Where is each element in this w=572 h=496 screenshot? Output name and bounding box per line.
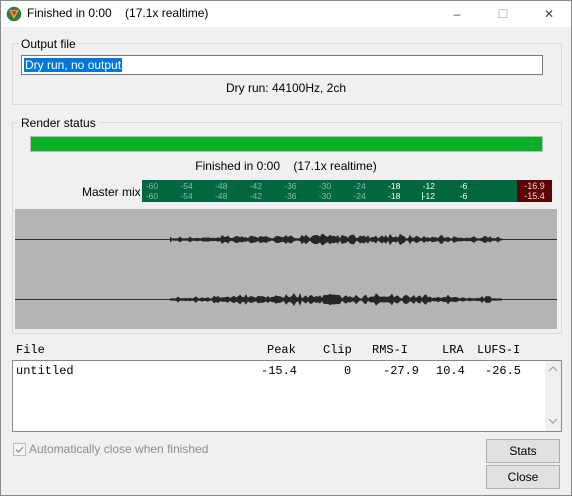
- checkmark-icon: [15, 446, 24, 454]
- row-lufs-i: -26.5: [485, 364, 522, 378]
- column-header-lufs-i: LUFS-I: [477, 343, 521, 357]
- column-header-file: File: [16, 343, 45, 357]
- column-header-peak: Peak: [267, 343, 296, 357]
- meter-tick-top-3: -42: [249, 181, 262, 191]
- dry-run-info: Dry run: 44100Hz, 2ch: [225, 81, 347, 95]
- meter-level-indicator: [422, 192, 423, 200]
- meter-tick-top-2: -48: [215, 181, 228, 191]
- window-title: Finished in 0:00 (17.1x realtime): [27, 6, 209, 20]
- waveform-right-channel: [170, 293, 502, 306]
- peak-right-value: -15.4: [524, 191, 545, 201]
- minimize-button[interactable]: –: [434, 0, 480, 27]
- meter-tick-top-8: -12: [422, 181, 435, 191]
- meter-tick-top-5: -30: [318, 181, 332, 191]
- meter-tick-top-1: -54: [180, 181, 193, 191]
- waveform-svg: [15, 233, 557, 306]
- meter-tick-top-6: -24: [353, 181, 366, 191]
- auto-close-label: Automatically close when finished: [29, 442, 209, 456]
- meter-tick-bottom-4: -36: [284, 191, 297, 201]
- render-status-group-label: Render status: [19, 116, 98, 130]
- close-button[interactable]: Close: [486, 465, 560, 489]
- output-file-group-label: Output file: [19, 37, 78, 51]
- meter-tick-bottom-3: -42: [249, 191, 262, 201]
- waveform-display: [15, 209, 557, 329]
- minimize-icon: –: [453, 6, 461, 21]
- stats-button[interactable]: Stats: [486, 439, 560, 463]
- meter-tick-top-4: -36: [284, 181, 297, 191]
- render-status-text: Finished in 0:00 (17.1x realtime): [195, 159, 377, 173]
- scrollbar-arrows: [548, 366, 558, 424]
- render-progress-bar: [30, 136, 543, 152]
- column-header-rms-i: RMS-I: [372, 343, 409, 357]
- waveform-left-channel: [170, 233, 502, 246]
- scroll-down-icon: [548, 418, 558, 424]
- meter-tick-bottom-7: -18: [388, 191, 401, 201]
- meter-tick-bottom-2: -48: [215, 191, 228, 201]
- row-lra: 10.4: [436, 364, 465, 378]
- master-meter: [142, 180, 552, 202]
- stats-list-scrollbar[interactable]: [545, 361, 561, 431]
- row-clip: 0: [344, 364, 352, 378]
- peak-left-value: -16.9: [524, 181, 545, 191]
- output-file-field[interactable]: Dry run, no output: [21, 55, 543, 75]
- render-progress-fill: [31, 137, 542, 151]
- meter-tick-bottom-5: -30: [318, 191, 332, 201]
- meter-tick-top-9: -6: [459, 181, 468, 191]
- scroll-up-icon: [548, 366, 558, 372]
- meter-tick-bottom-1: -54: [180, 191, 193, 201]
- master-meter-peak-area[interactable]: -16.9 -15.4: [517, 180, 552, 202]
- meter-tick-top-0: -60: [145, 181, 159, 191]
- auto-close-checkbox[interactable]: [13, 443, 26, 456]
- master-mix-label: Master mix: [82, 185, 141, 199]
- row-rms-i: -27.9: [383, 364, 420, 378]
- meter-tick-bottom-0: -60: [145, 191, 159, 201]
- column-header-clip: Clip: [323, 343, 352, 357]
- row-file: untitled: [16, 364, 74, 378]
- close-icon: ✕: [543, 6, 555, 21]
- meter-tick-bottom-6: -24: [353, 191, 366, 201]
- maximize-button[interactable]: ☐: [480, 0, 526, 27]
- column-header-lra: LRA: [442, 343, 464, 357]
- row-peak: -15.4: [261, 364, 298, 378]
- stats-list[interactable]: untitled -15.4 0 -27.9 10.4 -26.5: [12, 360, 562, 432]
- maximize-icon: ☐: [497, 6, 509, 21]
- close-window-button[interactable]: ✕: [526, 0, 572, 27]
- meter-tick-top-7: -18: [388, 181, 401, 191]
- output-file-value: Dry run, no output: [24, 58, 123, 72]
- meter-tick-bottom-9: -6: [459, 191, 468, 201]
- reaper-logo-icon: [6, 6, 22, 22]
